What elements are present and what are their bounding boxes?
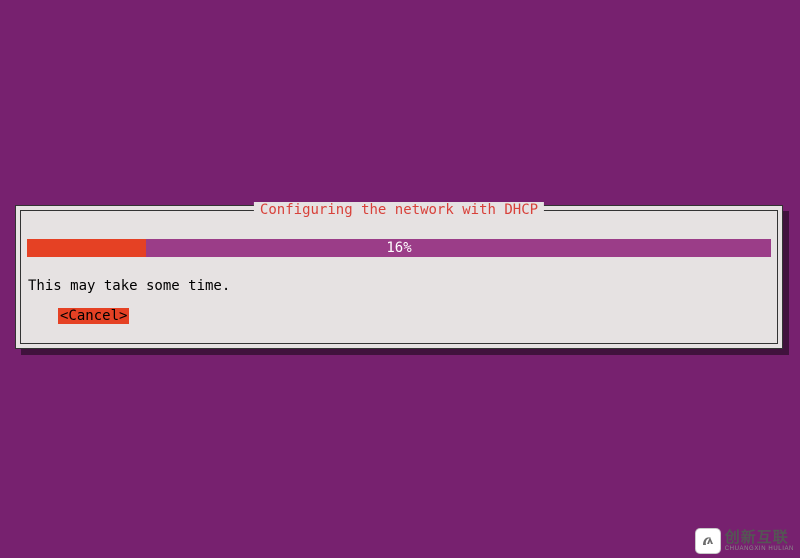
progress-percent-label: 16% xyxy=(386,240,411,256)
watermark-english: CHUANGXIN HULIAN xyxy=(725,546,794,552)
dhcp-config-dialog: Configuring the network with DHCP 16% Th… xyxy=(15,205,783,349)
dialog-title: Configuring the network with DHCP xyxy=(254,202,544,218)
dialog-wrapper: Configuring the network with DHCP 16% Th… xyxy=(15,205,783,349)
progress-bar-fill xyxy=(27,239,146,257)
progress-bar: 16% xyxy=(27,239,771,257)
dialog-inner-border xyxy=(20,210,778,344)
watermark-logo-icon xyxy=(695,528,721,554)
cancel-button[interactable]: <Cancel> xyxy=(58,308,129,324)
watermark-chinese: 创新互联 xyxy=(725,530,794,546)
watermark-text: 创新互联 CHUANGXIN HULIAN xyxy=(725,530,794,552)
dialog-message: This may take some time. xyxy=(28,278,230,294)
watermark: 创新互联 CHUANGXIN HULIAN xyxy=(695,528,794,554)
